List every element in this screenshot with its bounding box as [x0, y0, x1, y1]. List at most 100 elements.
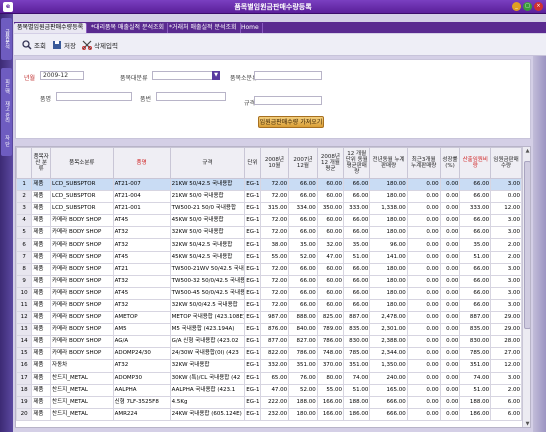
column-header[interactable]: 품목자산 분류 — [31, 147, 52, 179]
table-cell[interactable]: 66.00 — [459, 226, 492, 240]
table-cell[interactable]: 66.00 — [459, 262, 492, 276]
table-row[interactable]: 12 제품 카메라 BODY SHOP AMETOP METOP 국내용합 (423.1… — [16, 311, 522, 325]
table-cell[interactable]: 제품 — [31, 286, 52, 300]
table-cell[interactable]: 0.00 — [406, 250, 441, 264]
table-cell[interactable]: 제품 — [31, 190, 52, 204]
table-cell[interactable]: AT32 — [112, 298, 171, 313]
table-cell[interactable]: EG-1 — [244, 286, 261, 300]
table-cell[interactable]: LCD_SUBSPTOR — [50, 190, 114, 204]
table-cell[interactable]: 822.00 — [259, 347, 290, 361]
table-cell[interactable]: 24KW 국내용합 (605.124E) — [169, 407, 246, 421]
sidebar-item-1[interactable]: 금품분석 — [1, 18, 12, 60]
table-cell[interactable]: 1,338.00 — [369, 202, 408, 216]
table-cell[interactable]: 186.00 — [459, 407, 492, 421]
table-cell[interactable]: AMR224 — [112, 407, 171, 421]
table-cell[interactable]: 66.00 — [459, 177, 492, 192]
table-cell[interactable]: 제품 — [31, 335, 52, 349]
row-number[interactable]: 8 — [16, 262, 33, 276]
table-cell[interactable]: 카메라 BODY SHOP — [50, 335, 114, 349]
table-row[interactable]: 11 제품 카메라 BODY SHOP AT32 32KW 50/0/42.5 국내용합… — [16, 298, 522, 313]
table-cell[interactable]: 180.00 — [369, 262, 408, 276]
row-number[interactable]: 7 — [16, 250, 33, 264]
table-cell[interactable]: 66.00 — [343, 226, 371, 240]
table-cell[interactable]: 0.00 — [406, 298, 441, 313]
scroll-up-icon[interactable]: ▲ — [523, 147, 530, 156]
table-cell[interactable]: LCD_SUBSPTOR — [50, 177, 114, 192]
table-cell[interactable]: 0.00 — [406, 238, 441, 252]
table-cell[interactable]: 3.00 — [490, 286, 522, 300]
table-cell[interactable]: 찬드지_METAL — [50, 395, 114, 409]
table-cell[interactable]: 2,478.00 — [369, 311, 408, 325]
table-cell[interactable]: 0.00 — [406, 359, 441, 373]
table-cell[interactable]: 0.00 — [439, 335, 461, 349]
table-cell[interactable]: 3.00 — [490, 274, 522, 288]
table-cell[interactable]: LCD_SUBSPTOR — [50, 202, 114, 216]
table-cell[interactable]: 0.00 — [406, 383, 441, 397]
table-cell[interactable]: 카메라 BODY SHOP — [50, 286, 114, 300]
table-cell[interactable]: 29.00 — [490, 323, 522, 337]
chevron-down-icon[interactable]: ▼ — [212, 71, 220, 80]
table-cell[interactable]: 3.00 — [490, 214, 522, 228]
table-cell[interactable]: 785.00 — [459, 347, 492, 361]
table-cell[interactable]: 3.00 — [490, 226, 522, 240]
table-cell[interactable]: 제품 — [31, 226, 52, 240]
column-header[interactable]: 단위 — [244, 147, 261, 179]
table-cell[interactable]: 785.00 — [343, 347, 371, 361]
table-cell[interactable]: EG-1 — [244, 262, 261, 276]
table-cell[interactable]: 6.00 — [490, 395, 522, 409]
row-number[interactable]: 3 — [16, 202, 33, 216]
row-number[interactable]: 2 — [16, 190, 33, 204]
table-cell[interactable]: 66.00 — [288, 298, 318, 313]
table-cell[interactable]: 72.00 — [259, 190, 290, 204]
sidebar-item-3[interactable]: 재고 관리 — [1, 94, 12, 130]
table-cell[interactable]: 0.00 — [439, 262, 461, 276]
table-cell[interactable]: 166.00 — [316, 407, 345, 421]
table-cell[interactable]: 65.00 — [259, 371, 290, 385]
table-cell[interactable]: 제품 — [31, 274, 52, 288]
row-number[interactable]: 4 — [16, 214, 33, 228]
table-cell[interactable]: 0.00 — [439, 359, 461, 373]
table-cell[interactable]: 0.00 — [406, 407, 441, 421]
table-cell[interactable]: EG-1 — [244, 177, 261, 192]
table-cell[interactable]: 찬드지_METAL — [50, 371, 114, 385]
table-cell[interactable]: 28.00 — [490, 335, 522, 349]
close-button[interactable]: × — [534, 2, 543, 11]
table-row[interactable]: 19 제품 찬드지_METAL 신형 7LF-3525F8 4.5Kg EG-1 222.0… — [16, 395, 522, 409]
table-cell[interactable]: 60.00 — [316, 226, 345, 240]
table-row[interactable]: 14 제품 카메라 BODY SHOP AG/A G/A 신형 국내용합 (423.02… — [16, 335, 522, 349]
table-cell[interactable]: EG-1 — [244, 311, 261, 325]
scroll-down-icon[interactable]: ▼ — [523, 420, 530, 427]
table-cell[interactable]: 제품 — [31, 371, 52, 385]
row-number[interactable]: 17 — [16, 371, 33, 385]
table-cell[interactable]: 835.00 — [459, 323, 492, 337]
code-input[interactable] — [56, 92, 132, 101]
row-number[interactable]: 16 — [16, 359, 33, 373]
table-cell[interactable]: AT21-007 — [112, 177, 171, 192]
table-cell[interactable]: 66.00 — [343, 274, 371, 288]
table-cell[interactable]: ADOMP30 — [112, 371, 171, 385]
table-cell[interactable]: 0.00 — [439, 371, 461, 385]
row-number[interactable]: 19 — [16, 395, 33, 409]
table-cell[interactable]: AT32 — [112, 359, 171, 373]
table-cell[interactable]: 카메라 BODY SHOP — [50, 238, 114, 252]
table-cell[interactable]: 0.00 — [439, 323, 461, 337]
table-cell[interactable]: 45KW 50/42.5 국내용합 — [169, 250, 246, 264]
table-cell[interactable]: 74.00 — [459, 371, 492, 385]
table-cell[interactable]: 35.00 — [343, 238, 371, 252]
table-cell[interactable]: 786.00 — [316, 335, 345, 349]
column-header[interactable]: 산출임원비량 — [459, 147, 492, 179]
table-cell[interactable]: AM5 — [112, 323, 171, 337]
table-cell[interactable]: 165.00 — [369, 383, 408, 397]
table-cell[interactable]: 0.00 — [406, 274, 441, 288]
tab-product-sales-analysis[interactable]: *대리품목 매출실적 분석조회 — [88, 23, 169, 33]
column-header[interactable] — [16, 147, 33, 179]
fetch-sales-button[interactable]: 임원금판매수량 가져오기 — [258, 116, 324, 128]
table-cell[interactable]: AT21 — [112, 262, 171, 276]
table-cell[interactable]: 60.00 — [316, 298, 345, 313]
table-cell[interactable]: 66.00 — [343, 214, 371, 228]
table-cell[interactable]: 333.00 — [343, 202, 371, 216]
table-cell[interactable]: TW500-32 50/0/42.5 국내용합 — [169, 274, 246, 288]
table-cell[interactable]: EG-1 — [244, 274, 261, 288]
table-cell[interactable]: G/A 신형 국내용합 (423.02 — [169, 335, 246, 349]
table-cell[interactable]: 887.00 — [343, 311, 371, 325]
